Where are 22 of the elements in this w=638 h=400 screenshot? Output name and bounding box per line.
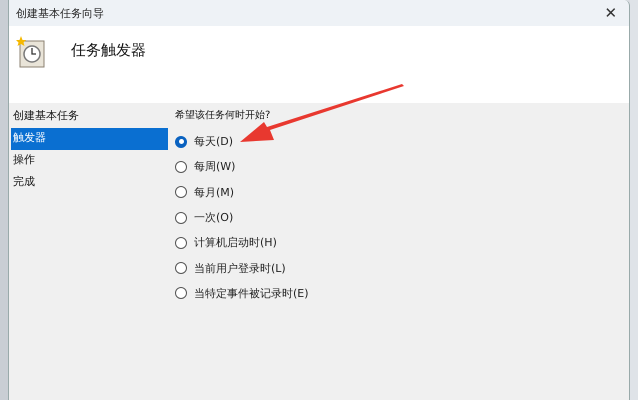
radio-label[interactable]: 一次(O) — [194, 210, 234, 226]
radio-label[interactable]: 当特定事件被记录时(E) — [194, 286, 309, 301]
window-title: 创建基本任务向导 — [16, 6, 104, 20]
radio-button[interactable] — [175, 160, 187, 173]
sidebar-item[interactable]: 完成 — [11, 172, 168, 194]
radio-button[interactable] — [175, 287, 187, 300]
close-button[interactable]: ✕ — [593, 0, 629, 26]
sidebar-item[interactable]: 操作 — [11, 150, 168, 172]
radio-button[interactable] — [175, 212, 187, 224]
question-label: 希望该任务何时开始? — [175, 108, 270, 122]
radio-label[interactable]: 每月(M) — [194, 184, 234, 200]
radio-label[interactable]: 每周(W) — [194, 159, 236, 174]
radio-button[interactable] — [175, 186, 187, 198]
radio-label[interactable]: 当前用户登录时(L) — [194, 260, 286, 276]
radio-button[interactable] — [175, 236, 187, 249]
radio-button[interactable] — [175, 262, 187, 274]
radio-button[interactable] — [175, 136, 187, 148]
radio-label[interactable]: 每天(D) — [194, 134, 234, 150]
sidebar-item[interactable]: 触发器 — [11, 128, 168, 150]
sidebar-item[interactable]: 创建基本任务 — [11, 106, 168, 128]
radio-label[interactable]: 计算机启动时(H) — [194, 235, 277, 250]
page-title: 任务触发器 — [71, 41, 146, 60]
